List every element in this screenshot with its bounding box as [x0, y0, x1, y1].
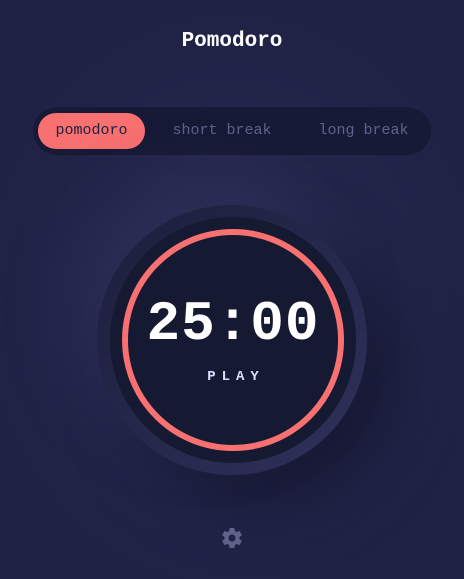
tab-pomodoro[interactable]: pomodoro	[38, 113, 145, 149]
gear-icon[interactable]	[220, 526, 244, 550]
tab-long-break[interactable]: long break	[303, 113, 424, 149]
time-readout: 25:00	[146, 292, 320, 356]
mode-switch: pomodoro short break long break	[33, 107, 431, 155]
tab-short-break[interactable]: short break	[159, 113, 285, 149]
play-button[interactable]: PLAY	[110, 369, 356, 385]
app-title: Pomodoro	[181, 30, 283, 53]
